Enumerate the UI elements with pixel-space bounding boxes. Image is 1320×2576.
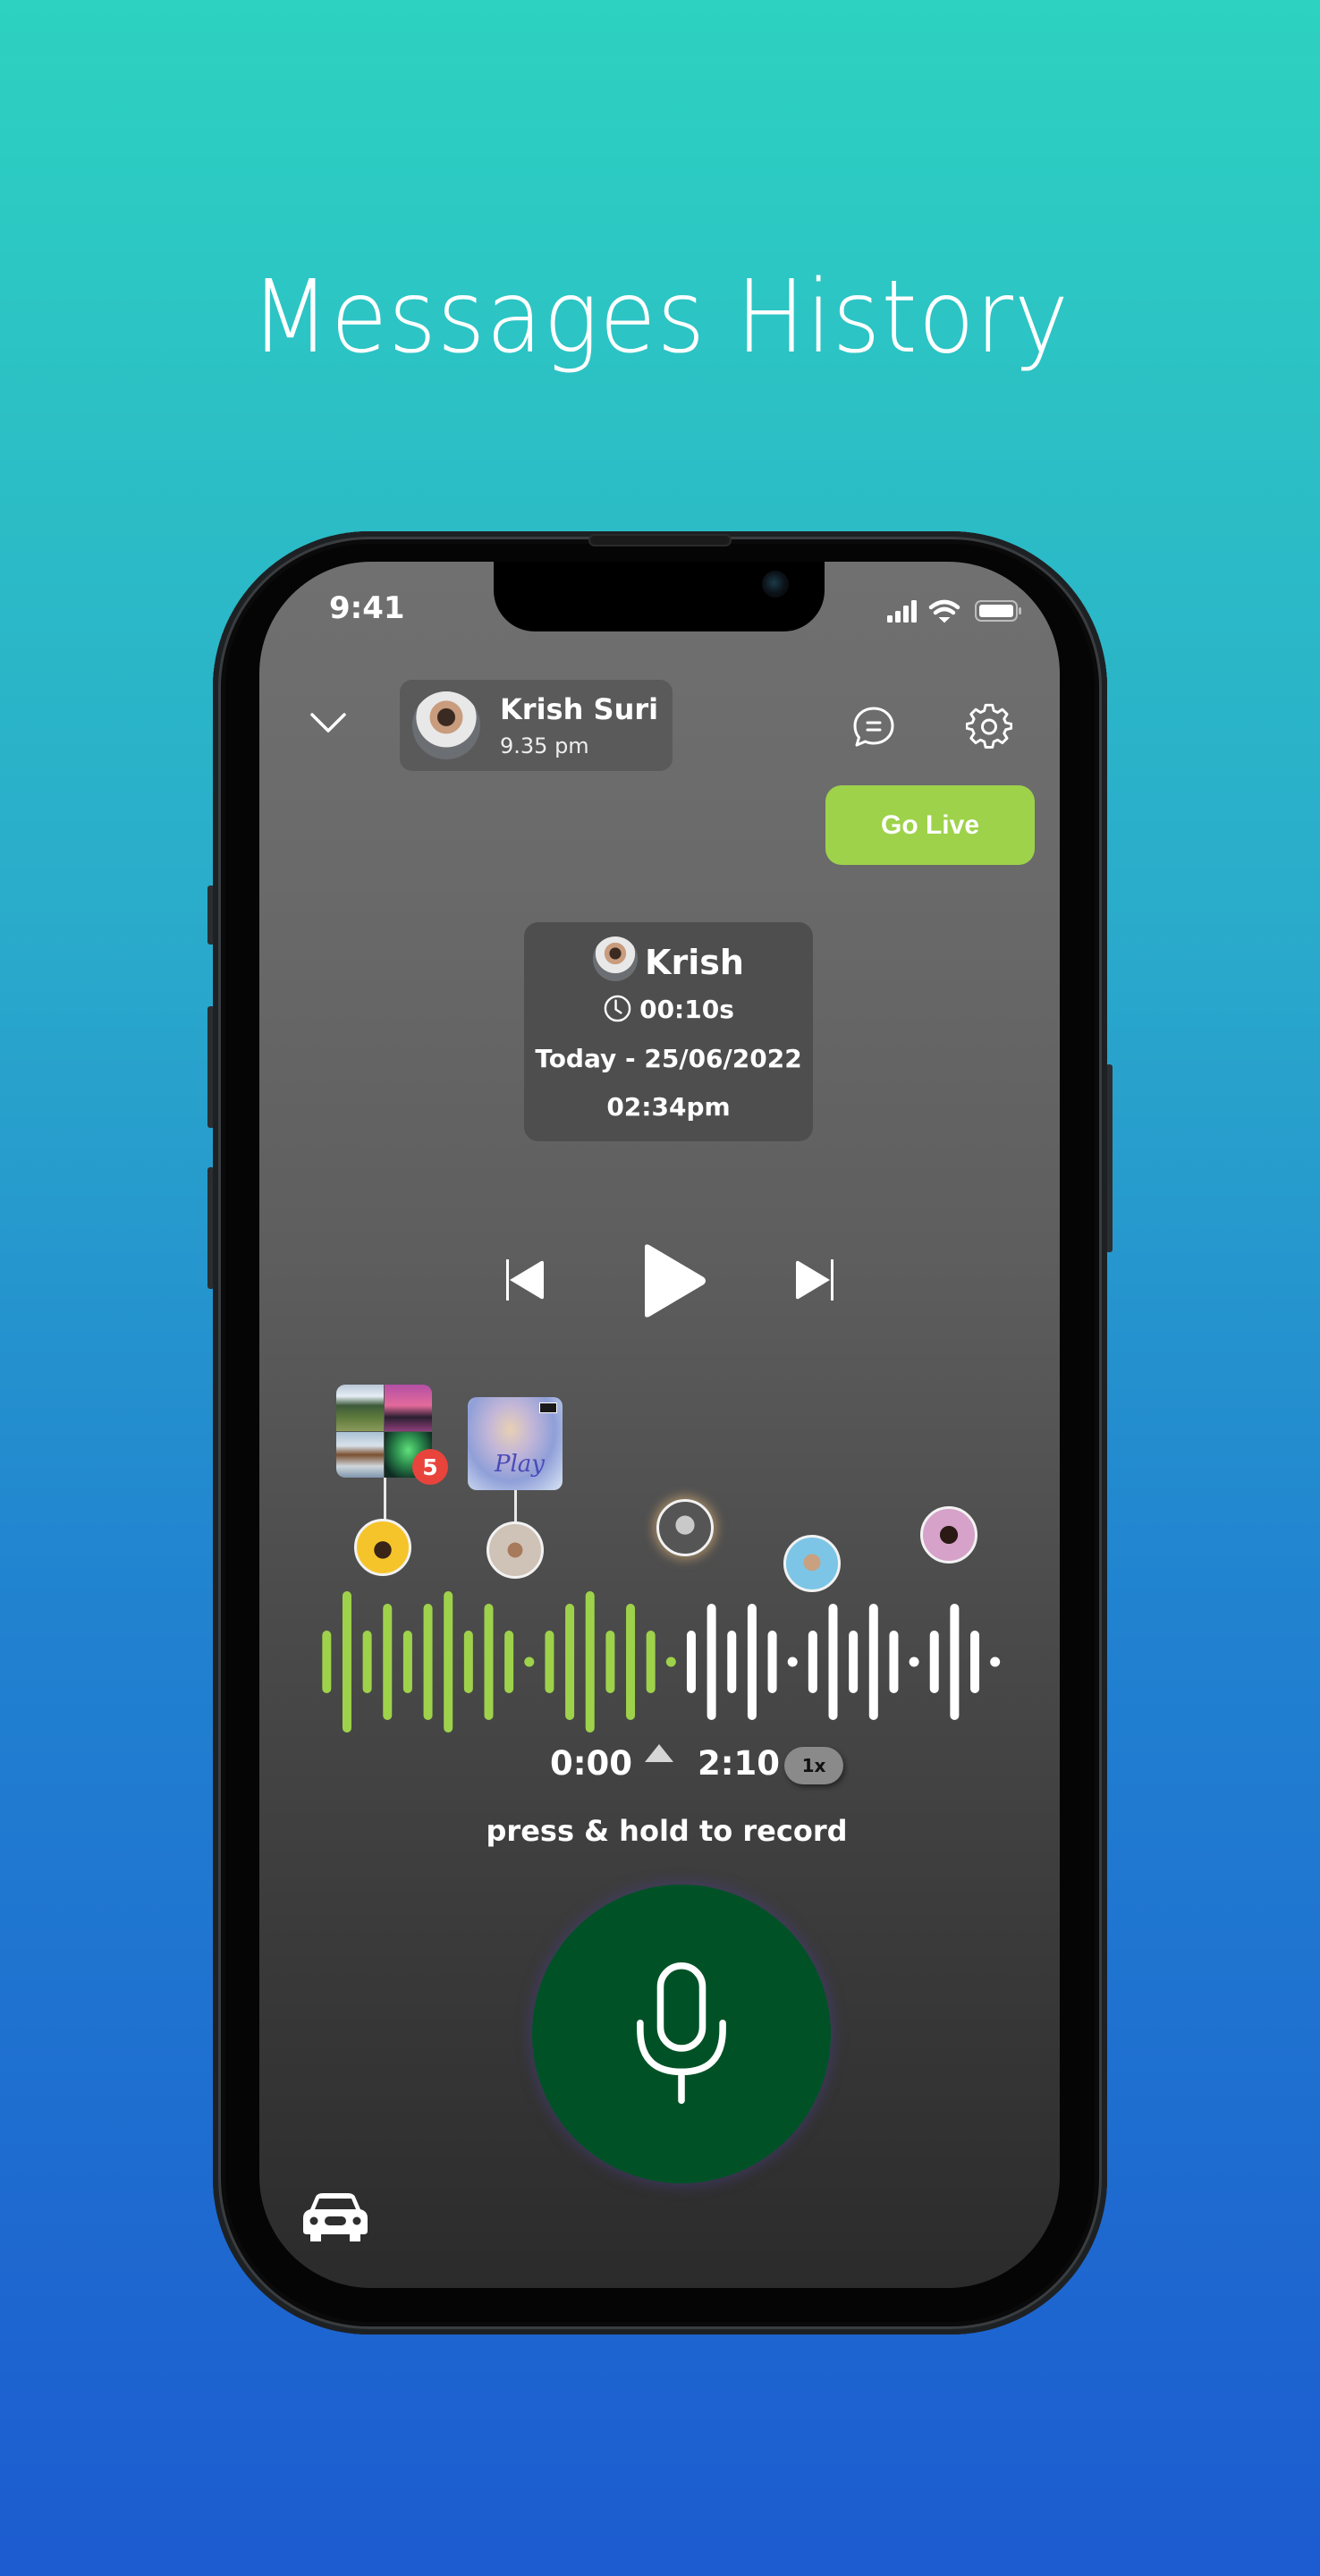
clock-icon — [604, 995, 631, 1022]
message-duration: 00:10s — [639, 995, 734, 1024]
skip-previous-icon[interactable] — [505, 1258, 546, 1302]
audio-waveform[interactable] — [317, 1590, 1005, 1733]
waveform-bar — [970, 1631, 980, 1693]
playhead-triangle-icon[interactable] — [643, 1742, 675, 1764]
car-icon[interactable] — [301, 2191, 369, 2243]
microphone-icon — [637, 1962, 726, 2105]
album-title: Play — [495, 1451, 545, 1478]
waveform-bar — [828, 1604, 838, 1720]
phone-speaker — [588, 534, 732, 547]
waveform-bar-played — [545, 1631, 554, 1693]
current-time: 0:00 — [550, 1744, 633, 1783]
gallery-count-badge: 5 — [412, 1449, 448, 1485]
message-date: Today - 25/06/2022 — [535, 1044, 802, 1073]
waveform-bar — [707, 1604, 716, 1720]
waveform-bar — [808, 1631, 817, 1693]
gallery-image-mountain-lake — [336, 1385, 384, 1431]
waveform-bar-played — [423, 1604, 433, 1720]
sender-avatar — [593, 936, 639, 981]
waveform-bar — [686, 1631, 696, 1693]
waveform-bar — [889, 1631, 899, 1693]
participant-avatar-4[interactable] — [783, 1535, 841, 1592]
contact-pill[interactable]: Krish Suri 9.35 pm — [400, 680, 673, 771]
chat-bubble-icon[interactable] — [851, 705, 896, 750]
waveform-bar — [849, 1631, 859, 1693]
waveform-bar-played — [463, 1631, 473, 1693]
play-icon[interactable] — [639, 1243, 707, 1318]
waveform-bar — [909, 1657, 919, 1667]
contact-name: Krish Suri — [500, 692, 659, 726]
page-title: Messages History — [250, 259, 1070, 376]
skip-next-icon[interactable] — [793, 1258, 834, 1302]
chevron-down-icon[interactable] — [309, 709, 348, 736]
wifi-icon — [928, 599, 960, 623]
contact-avatar — [412, 691, 480, 759]
info-duration-row: 00:10s — [524, 994, 813, 1024]
participant-avatar-1[interactable] — [354, 1519, 411, 1576]
go-live-button[interactable]: Go Live — [825, 785, 1035, 865]
waveform-bar-played — [665, 1657, 676, 1667]
waveform-bar — [868, 1604, 878, 1720]
parental-advisory-label — [539, 1402, 557, 1413]
gallery-image-pink-sunset — [385, 1385, 432, 1431]
album-connector — [514, 1490, 517, 1522]
gallery-image-lake-reflection — [336, 1432, 384, 1478]
participant-avatar-2[interactable] — [487, 1521, 544, 1579]
waveform-bar — [727, 1631, 737, 1693]
waveform-bar-played — [383, 1604, 393, 1720]
sender-name: Krish — [645, 943, 744, 982]
message-time: 02:34pm — [606, 1092, 731, 1122]
phone-notch — [494, 562, 825, 631]
message-info-card: Krish 00:10s Today - 25/06/2022 02:34pm — [524, 922, 813, 1141]
waveform-bar — [990, 1657, 1001, 1667]
waveform-bar-played — [524, 1657, 535, 1667]
record-hint: press & hold to record — [486, 1814, 848, 1848]
album-thumbnail[interactable]: Play — [468, 1397, 563, 1490]
info-sender-row: Krish — [524, 936, 813, 982]
app-screen: 9:41 Krish Suri 9.35 pm Go Live Krish 00… — [259, 562, 1060, 2288]
participant-avatar-5[interactable] — [920, 1506, 977, 1563]
participant-avatar-3[interactable] — [656, 1499, 714, 1556]
waveform-bar-played — [565, 1604, 575, 1720]
record-button[interactable] — [532, 1885, 831, 2183]
waveform-bar-played — [342, 1591, 351, 1733]
playback-speed-button[interactable]: 1x — [784, 1747, 843, 1784]
waveform-bar-played — [605, 1631, 615, 1693]
waveform-bar — [787, 1657, 798, 1667]
waveform-bar-played — [484, 1604, 494, 1720]
waveform-bar-played — [362, 1631, 372, 1693]
total-time: 2:10 — [698, 1744, 781, 1783]
waveform-bar — [747, 1604, 757, 1720]
waveform-bar — [767, 1631, 777, 1693]
waveform-bar-played — [626, 1604, 636, 1720]
battery-icon — [975, 600, 1021, 622]
status-time: 9:41 — [329, 590, 405, 626]
waveform-bar — [929, 1631, 939, 1693]
waveform-bar-played — [646, 1631, 656, 1693]
waveform-bar — [950, 1604, 960, 1720]
waveform-bar-played — [444, 1591, 453, 1733]
waveform-bar-played — [322, 1631, 332, 1693]
waveform-bar-played — [585, 1591, 595, 1733]
gallery-connector — [384, 1478, 386, 1521]
status-icons — [887, 599, 1021, 623]
contact-last-seen: 9.35 pm — [500, 733, 589, 758]
waveform-bar-played — [504, 1631, 514, 1693]
waveform-bar-played — [402, 1631, 412, 1693]
gear-icon[interactable] — [966, 703, 1012, 750]
front-camera — [762, 571, 789, 597]
signal-icon — [887, 600, 917, 623]
